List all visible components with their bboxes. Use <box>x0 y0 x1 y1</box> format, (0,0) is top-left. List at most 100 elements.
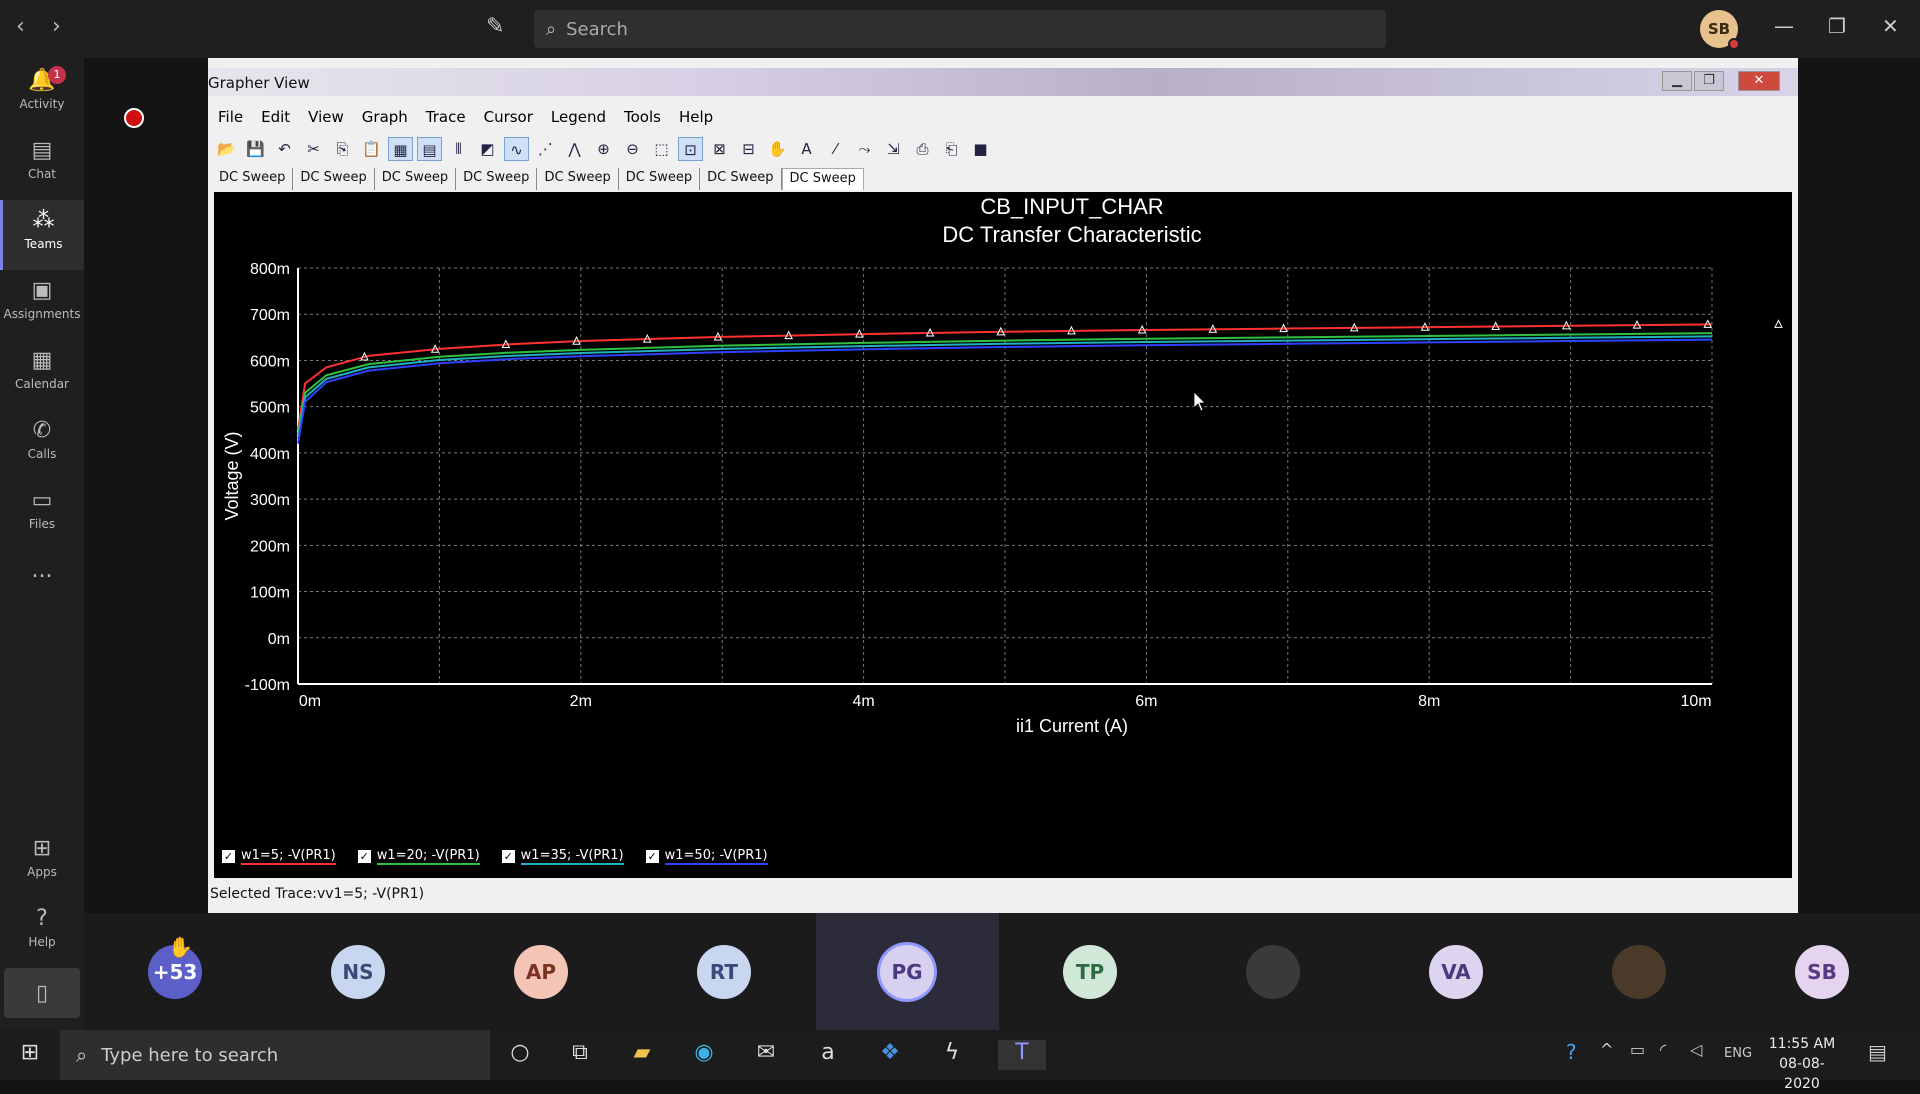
line-marker-icon[interactable]: ⋀ <box>562 137 587 161</box>
rail-item-help[interactable]: ? Help <box>0 898 84 968</box>
marker-trace-icon[interactable]: ⋰ <box>533 137 558 161</box>
search-input[interactable]: ⌕ Search <box>534 10 1386 48</box>
participant-tile[interactable]: AP <box>450 913 633 1030</box>
device-settings-button[interactable]: ▯ <box>4 968 80 1018</box>
legend-checkbox[interactable]: ✓ <box>222 850 235 863</box>
edge-icon[interactable]: ◉ <box>688 1040 720 1070</box>
tab-dc-sweep[interactable]: DC Sweep <box>537 168 619 190</box>
grapher-maximize-button[interactable]: ❐ <box>1694 71 1724 91</box>
legend-checkbox[interactable]: ✓ <box>357 850 371 863</box>
save-icon[interactable]: 💾 <box>243 137 268 161</box>
participant-tile[interactable]: +53 ✋ <box>84 913 267 1030</box>
tab-dc-sweep[interactable]: DC Sweep <box>212 168 294 190</box>
participant-tile[interactable]: TP <box>999 913 1182 1030</box>
open-icon[interactable]: 📂 <box>214 137 239 161</box>
grapher-close-button[interactable]: ✕ <box>1738 71 1780 91</box>
paste-icon[interactable]: 📋 <box>359 137 384 161</box>
overlay-icon[interactable]: ◩ <box>475 137 500 161</box>
undo-icon[interactable]: ↶ <box>272 137 297 161</box>
print-icon[interactable]: ⎙ <box>910 137 935 161</box>
participant-tile[interactable] <box>1182 913 1365 1030</box>
back-arrow-icon[interactable]: ‹ <box>16 14 25 39</box>
rail-item-chat[interactable]: ▤ Chat <box>0 130 84 200</box>
close-icon[interactable]: ✕ <box>1882 14 1899 38</box>
participant-tile[interactable]: SB <box>1731 913 1914 1030</box>
menu-graph[interactable]: Graph <box>362 108 408 126</box>
rail-item-activity[interactable]: 🔔 1 Activity <box>0 60 84 130</box>
participant-tile[interactable]: PG <box>816 913 999 1030</box>
tab-dc-sweep[interactable]: DC Sweep <box>619 168 701 190</box>
participant-tile[interactable]: NS <box>267 913 450 1030</box>
cortana-icon[interactable]: ○ <box>504 1040 536 1070</box>
copy-icon[interactable]: ⎘ <box>330 137 355 161</box>
cut-icon[interactable]: ✂ <box>301 137 326 161</box>
tab-dc-sweep[interactable]: DC Sweep <box>293 168 375 190</box>
text-icon[interactable]: A <box>794 137 819 161</box>
dropbox-icon[interactable]: ❖ <box>874 1040 906 1070</box>
zoom-out-icon[interactable]: ⊖ <box>620 137 645 161</box>
zoom-y-icon[interactable]: ⊟ <box>736 137 761 161</box>
menu-view[interactable]: View <box>308 108 344 126</box>
rail-item-teams[interactable]: ⁂ Teams <box>0 200 84 270</box>
legend-entry[interactable]: ✓ w1=35; -V(PR1) <box>501 848 624 865</box>
legend-checkbox[interactable]: ✓ <box>645 850 659 863</box>
menu-help[interactable]: Help <box>679 108 713 126</box>
tab-dc-sweep[interactable]: DC Sweep <box>781 168 864 190</box>
legend-toggle-icon[interactable]: ▤ <box>417 137 442 161</box>
help-tray-icon[interactable]: ? <box>1566 1040 1577 1064</box>
tab-dc-sweep[interactable]: DC Sweep <box>700 168 782 190</box>
forward-arrow-icon[interactable]: › <box>52 14 61 39</box>
new-chat-icon[interactable]: ✎ <box>486 14 504 39</box>
participant-tile[interactable] <box>1548 913 1731 1030</box>
battery-icon[interactable]: ▭ <box>1630 1040 1645 1059</box>
participant-tile[interactable]: VA <box>1365 913 1548 1030</box>
rail-item-calls[interactable]: ✆ Calls <box>0 410 84 480</box>
grid-icon[interactable]: ▦ <box>388 137 413 161</box>
taskbar-clock[interactable]: 11:55 AM 08-08-2020 <box>1764 1034 1840 1094</box>
participant-tile[interactable]: RT <box>633 913 816 1030</box>
tab-dc-sweep[interactable]: DC Sweep <box>375 168 457 190</box>
notifications-icon[interactable]: ▤ <box>1868 1040 1887 1064</box>
print-preview-icon[interactable]: ⎗ <box>939 137 964 161</box>
windows-start-icon[interactable]: ⊞ <box>14 1040 46 1070</box>
menu-trace[interactable]: Trace <box>426 108 466 126</box>
legend-checkbox[interactable]: ✓ <box>501 850 515 863</box>
legend-entry[interactable]: ✓ w1=50; -V(PR1) <box>645 848 768 865</box>
task-view-icon[interactable]: ⧉ <box>564 1040 596 1070</box>
zoom-in-icon[interactable]: ⊕ <box>591 137 616 161</box>
rail-item-calendar[interactable]: ▦ Calendar <box>0 340 84 410</box>
rail-item-apps[interactable]: ⊞ Apps <box>0 828 84 898</box>
menu-cursor[interactable]: Cursor <box>484 108 533 126</box>
cursors-icon[interactable]: ⫴ <box>446 137 471 161</box>
tab-dc-sweep[interactable]: DC Sweep <box>456 168 538 190</box>
wifi-icon[interactable]: ◜ <box>1660 1040 1666 1059</box>
user-avatar[interactable]: SB <box>1700 10 1740 50</box>
file-explorer-icon[interactable]: ▰ <box>626 1040 658 1070</box>
export-icon[interactable]: ⇲ <box>881 137 906 161</box>
mail-icon[interactable]: ✉ <box>750 1040 782 1070</box>
zoom-full-icon[interactable]: ⊡ <box>678 137 703 161</box>
rail-item-files[interactable]: ▭ Files <box>0 480 84 550</box>
label-icon[interactable]: ⁄ <box>823 137 848 161</box>
pan-icon[interactable]: ✋ <box>765 137 790 161</box>
menu-file[interactable]: File <box>218 108 243 126</box>
amazon-icon[interactable]: a <box>812 1040 844 1070</box>
legend-entry[interactable]: ✓ w1=5; -V(PR1) <box>222 848 336 865</box>
teams-taskbar-icon[interactable]: T <box>998 1040 1046 1070</box>
line-trace-icon[interactable]: ∿ <box>504 137 529 161</box>
legend-entry[interactable]: ✓ w1=20; -V(PR1) <box>357 848 480 865</box>
menu-edit[interactable]: Edit <box>261 108 290 126</box>
rail-item-assignments[interactable]: ▣ Assignments <box>0 270 84 340</box>
restore-icon[interactable]: ❐ <box>1828 14 1846 38</box>
zoom-area-icon[interactable]: ⬚ <box>649 137 674 161</box>
minimize-icon[interactable]: — <box>1774 14 1794 38</box>
language-indicator[interactable]: ENG <box>1724 1046 1752 1061</box>
taskbar-search[interactable]: ⌕ Type here to search <box>60 1030 490 1080</box>
stop-icon[interactable]: ■ <box>968 137 993 161</box>
volume-icon[interactable]: ◁ <box>1690 1040 1702 1059</box>
show-hidden-icons[interactable]: ^ <box>1600 1040 1613 1059</box>
app-icon[interactable]: ϟ <box>936 1040 968 1070</box>
menu-legend[interactable]: Legend <box>551 108 606 126</box>
grapher-minimize-button[interactable]: ▁ <box>1662 71 1692 91</box>
zoom-x-icon[interactable]: ⊠ <box>707 137 732 161</box>
